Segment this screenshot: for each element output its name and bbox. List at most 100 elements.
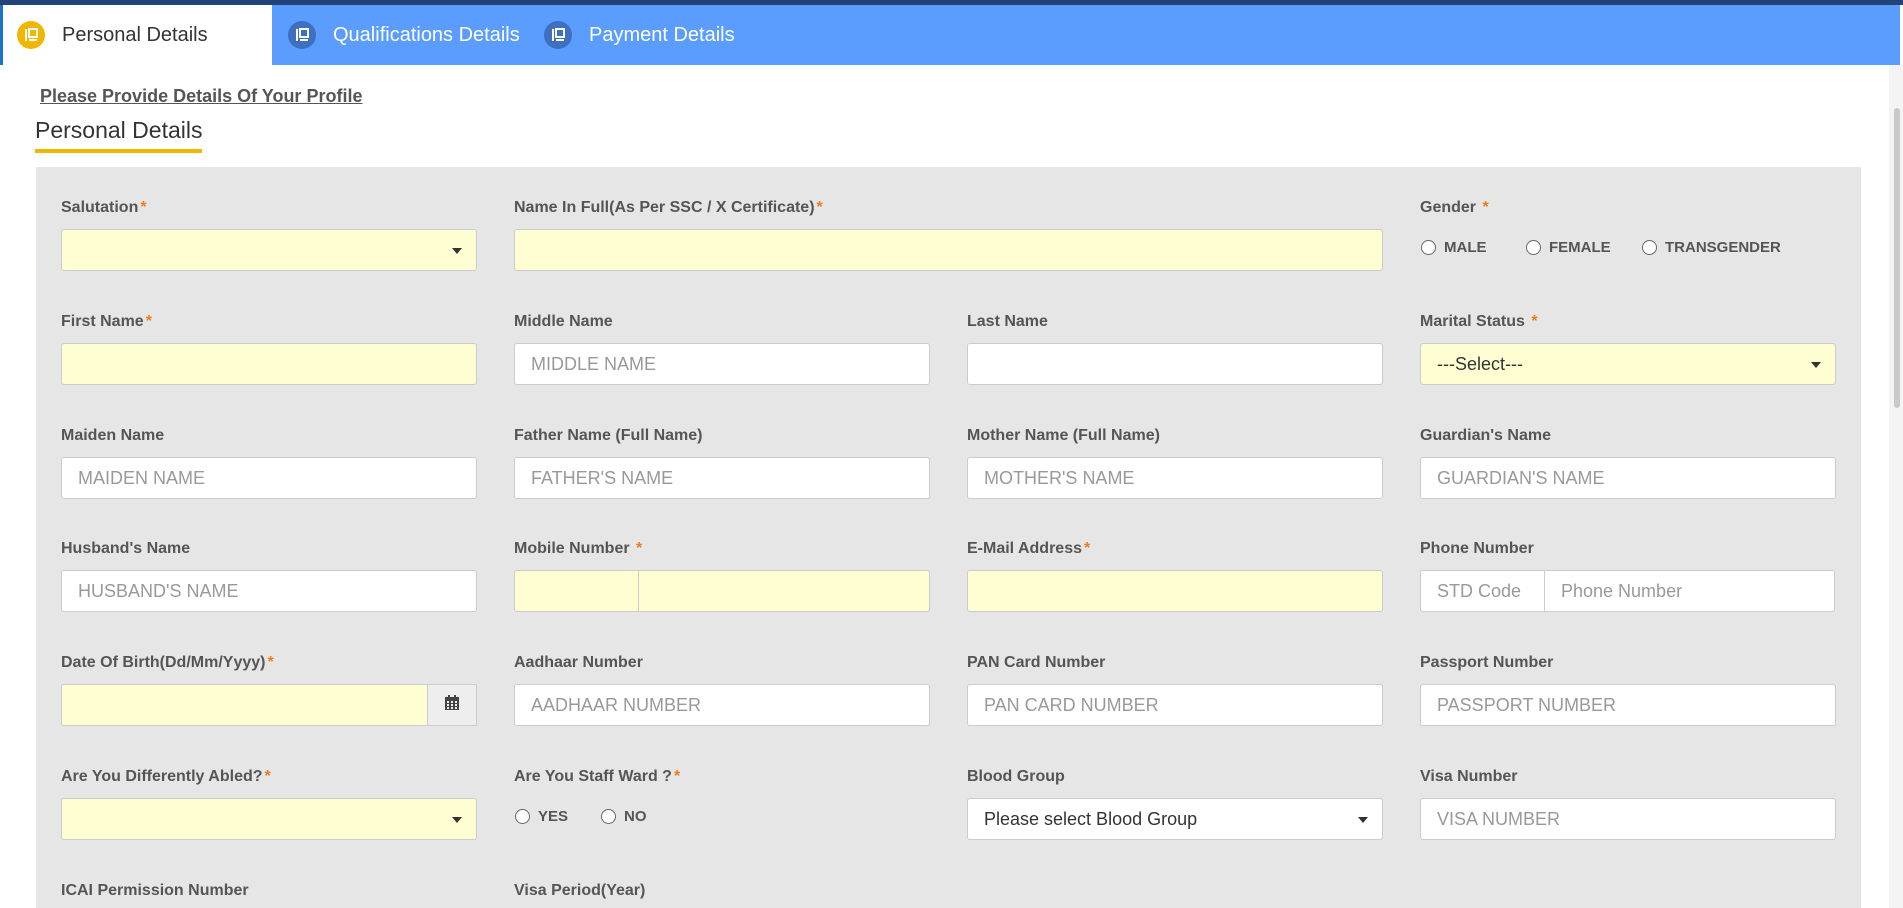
- pan-label: PAN Card Number: [967, 654, 1106, 671]
- label-text: E-Mail Address: [967, 540, 1082, 557]
- guardian-name-label: Guardian's Name: [1420, 427, 1551, 444]
- caret-down-icon: [452, 817, 462, 823]
- differently-abled-label: Are You Differently Abled? *: [61, 768, 271, 786]
- father-name-input[interactable]: [514, 457, 930, 499]
- blood-group-value: Please select Blood Group: [984, 808, 1198, 829]
- mobile-country-code-input[interactable]: [514, 570, 639, 612]
- form-icon: [288, 21, 316, 49]
- label-text: Date Of Birth(Dd/Mm/Yyyy): [61, 654, 266, 671]
- radio-label: YES: [538, 808, 569, 825]
- label-text: Salutation: [61, 199, 139, 216]
- scrollbar-thumb[interactable]: [1894, 108, 1900, 408]
- radio-circle[interactable]: [1526, 240, 1541, 255]
- required-marker: *: [1084, 540, 1091, 557]
- section-title: Personal Details: [35, 117, 203, 153]
- calendar-button[interactable]: [428, 684, 477, 726]
- required-marker: *: [673, 768, 681, 785]
- first-name-label: First Name *: [61, 313, 152, 331]
- radio-circle[interactable]: [1421, 240, 1436, 255]
- label-text: Are You Differently Abled?: [61, 768, 263, 785]
- full-name-label: Name In Full(As Per SSC / X Certificate)…: [514, 199, 823, 217]
- required-marker: *: [145, 313, 152, 330]
- required-marker: *: [1482, 199, 1489, 216]
- radio-circle[interactable]: [515, 809, 530, 824]
- guardian-name-input[interactable]: [1420, 457, 1836, 499]
- gender-radio-male[interactable]: MALE: [1421, 239, 1487, 256]
- aadhaar-label: Aadhaar Number: [514, 654, 643, 671]
- first-name-input[interactable]: [61, 343, 477, 385]
- phone-number-label: Phone Number: [1420, 540, 1534, 557]
- caret-down-icon: [452, 248, 462, 254]
- husband-name-input[interactable]: [61, 570, 477, 612]
- visa-period-label: Visa Period(Year): [514, 882, 646, 899]
- radio-label: FEMALE: [1549, 239, 1611, 256]
- label-text: Are You Staff Ward ?: [514, 768, 672, 785]
- personal-details-panel: Salutation * Name In Full(As Per SSC / X …: [36, 167, 1861, 908]
- visa-number-label: Visa Number: [1420, 768, 1518, 785]
- mobile-number-input[interactable]: [638, 570, 930, 612]
- mother-name-label: Mother Name (Full Name): [967, 427, 1160, 444]
- form-icon: [17, 21, 45, 49]
- email-input[interactable]: [967, 570, 1383, 612]
- dob-input[interactable]: [61, 684, 428, 726]
- label-text: Mobile Number: [514, 540, 630, 557]
- marital-status-select[interactable]: ---Select---: [1420, 343, 1836, 385]
- icai-permission-label: ICAI Permission Number: [61, 882, 249, 899]
- gender-label: Gender *: [1420, 199, 1489, 217]
- tab-label: Qualifications Details: [333, 23, 520, 46]
- husband-name-label: Husband's Name: [61, 540, 191, 557]
- tab-payment-details[interactable]: Payment Details: [544, 5, 804, 65]
- calendar-icon: [444, 694, 460, 716]
- tab-bar: Personal Details Qualifications Details …: [0, 5, 1900, 65]
- tab-qualifications-details[interactable]: Qualifications Details: [272, 5, 544, 65]
- differently-abled-select[interactable]: [61, 798, 477, 840]
- required-marker: *: [267, 654, 274, 671]
- middle-name-label: Middle Name: [514, 313, 613, 330]
- middle-name-input[interactable]: [514, 343, 930, 385]
- radio-circle[interactable]: [1642, 240, 1657, 255]
- mobile-number-label: Mobile Number *: [514, 540, 642, 558]
- maiden-name-input[interactable]: [61, 457, 477, 499]
- last-name-input[interactable]: [967, 343, 1383, 385]
- visa-number-input[interactable]: [1420, 798, 1836, 840]
- dob-label: Date Of Birth(Dd/Mm/Yyyy) *: [61, 654, 274, 672]
- staff-ward-radio-no[interactable]: NO: [601, 808, 647, 825]
- std-code-input[interactable]: [1420, 570, 1545, 612]
- blood-group-label: Blood Group: [967, 768, 1065, 785]
- full-name-input[interactable]: [514, 229, 1383, 271]
- salutation-select[interactable]: [61, 229, 477, 271]
- radio-label: NO: [624, 808, 647, 825]
- tab-label: Personal Details: [62, 23, 208, 46]
- phone-number-input[interactable]: [1544, 570, 1835, 612]
- staff-ward-radio-yes[interactable]: YES: [515, 808, 568, 825]
- required-marker: *: [140, 199, 147, 216]
- last-name-label: Last Name: [967, 313, 1048, 330]
- staff-ward-label: Are You Staff Ward ? *: [514, 768, 680, 786]
- blood-group-select[interactable]: Please select Blood Group: [967, 798, 1383, 840]
- label-text: Name In Full(As Per SSC / X Certificate): [514, 199, 815, 216]
- radio-label: TRANSGENDER: [1665, 239, 1781, 256]
- label-text: Marital Status: [1420, 313, 1525, 330]
- marital-status-label: Marital Status *: [1420, 313, 1538, 331]
- required-marker: *: [1531, 313, 1538, 330]
- marital-status-value: ---Select---: [1437, 353, 1523, 374]
- profile-details-link[interactable]: Please Provide Details Of Your Profile: [40, 86, 362, 107]
- form-icon: [544, 21, 572, 49]
- tab-personal-details[interactable]: Personal Details: [0, 5, 272, 65]
- pan-input[interactable]: [967, 684, 1383, 726]
- email-label: E-Mail Address *: [967, 540, 1090, 558]
- radio-label: MALE: [1444, 239, 1487, 256]
- label-text: Gender: [1420, 199, 1477, 216]
- gender-radio-female[interactable]: FEMALE: [1526, 239, 1611, 256]
- radio-circle[interactable]: [601, 809, 616, 824]
- required-marker: *: [264, 768, 271, 785]
- gender-radio-transgender[interactable]: TRANSGENDER: [1642, 239, 1781, 256]
- aadhaar-input[interactable]: [514, 684, 930, 726]
- passport-input[interactable]: [1420, 684, 1836, 726]
- caret-down-icon: [1358, 817, 1368, 823]
- father-name-label: Father Name (Full Name): [514, 427, 703, 444]
- required-marker: *: [636, 540, 643, 557]
- label-text: First Name: [61, 313, 144, 330]
- caret-down-icon: [1811, 362, 1821, 368]
- mother-name-input[interactable]: [967, 457, 1383, 499]
